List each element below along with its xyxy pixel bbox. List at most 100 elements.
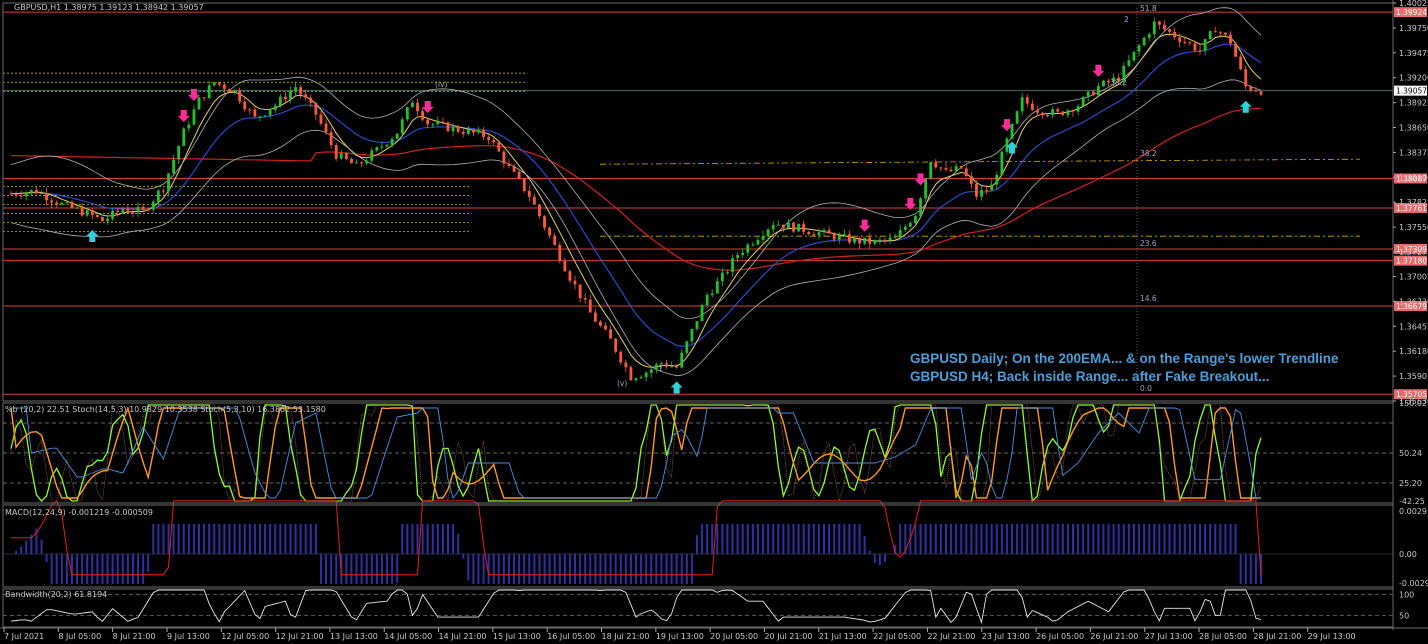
candle-body[interactable]: [817, 232, 821, 236]
candle-body[interactable]: [390, 138, 394, 145]
candle-body[interactable]: [665, 363, 668, 367]
candle-body[interactable]: [1249, 86, 1253, 91]
candle-body[interactable]: [1168, 29, 1171, 32]
candle-body[interactable]: [304, 94, 308, 98]
candle-body[interactable]: [268, 110, 272, 116]
candle-body[interactable]: [964, 168, 968, 177]
candle-body[interactable]: [126, 209, 130, 213]
candle-body[interactable]: [710, 293, 714, 296]
candle-body[interactable]: [492, 139, 496, 143]
candle-body[interactable]: [512, 165, 516, 172]
candle-body[interactable]: [792, 222, 795, 232]
candle-body[interactable]: [289, 91, 292, 100]
candle-body[interactable]: [1203, 39, 1207, 51]
candle-body[interactable]: [217, 82, 221, 85]
candle-body[interactable]: [233, 90, 236, 93]
candle-body[interactable]: [60, 202, 64, 205]
candle-body[interactable]: [553, 235, 557, 245]
candle-body[interactable]: [649, 369, 653, 373]
candle-body[interactable]: [65, 201, 69, 203]
candle-body[interactable]: [294, 87, 297, 92]
candle-body[interactable]: [939, 167, 943, 169]
candle-body[interactable]: [350, 158, 353, 164]
candle-body[interactable]: [101, 216, 104, 222]
candle-body[interactable]: [162, 190, 165, 192]
candle-body[interactable]: [416, 102, 419, 112]
candle-body[interactable]: [751, 244, 755, 246]
candle-body[interactable]: [400, 119, 404, 134]
candle-body[interactable]: [980, 190, 983, 197]
bandwidth-pane[interactable]: [3, 589, 1393, 625]
candle-body[interactable]: [573, 280, 577, 285]
candle-body[interactable]: [969, 176, 973, 184]
candle-body[interactable]: [670, 366, 673, 368]
candle-body[interactable]: [253, 109, 257, 117]
candle-body[interactable]: [1188, 42, 1192, 44]
candle-body[interactable]: [197, 97, 201, 110]
candle-body[interactable]: [746, 244, 750, 253]
candle-body[interactable]: [690, 328, 694, 342]
candle-body[interactable]: [1254, 90, 1258, 92]
candle-body[interactable]: [45, 193, 48, 201]
candle-body[interactable]: [1218, 32, 1222, 34]
candle-body[interactable]: [888, 237, 892, 241]
candle-body[interactable]: [695, 321, 699, 329]
candle-body[interactable]: [1066, 110, 1070, 116]
candle-body[interactable]: [50, 200, 54, 203]
candle-body[interactable]: [1081, 96, 1085, 107]
candle-body[interactable]: [985, 190, 989, 192]
candle-body[interactable]: [975, 183, 978, 197]
candle-body[interactable]: [70, 201, 74, 208]
candle-body[interactable]: [344, 153, 348, 159]
candle-body[interactable]: [715, 281, 719, 294]
candle-body[interactable]: [1025, 97, 1029, 104]
candle-body[interactable]: [380, 146, 384, 148]
candle-body[interactable]: [726, 271, 729, 273]
candle-body[interactable]: [243, 101, 247, 110]
candle-body[interactable]: [558, 244, 562, 262]
candle-body[interactable]: [868, 237, 872, 244]
candle-body[interactable]: [736, 255, 740, 259]
candle-body[interactable]: [472, 129, 475, 133]
candle-body[interactable]: [95, 215, 99, 217]
candle-body[interactable]: [1147, 34, 1151, 38]
candle-body[interactable]: [1152, 21, 1156, 35]
candle-body[interactable]: [532, 196, 536, 205]
candle-body[interactable]: [248, 109, 252, 111]
candle-body[interactable]: [456, 126, 460, 132]
candle-body[interactable]: [9, 193, 13, 195]
candle-body[interactable]: [319, 114, 323, 124]
candle-body[interactable]: [893, 237, 897, 239]
candle-body[interactable]: [741, 252, 745, 256]
candle-body[interactable]: [283, 96, 287, 100]
candle-body[interactable]: [914, 215, 917, 224]
candle-body[interactable]: [395, 133, 399, 139]
candle-body[interactable]: [853, 238, 856, 243]
candle-body[interactable]: [263, 115, 267, 117]
candle-body[interactable]: [1097, 86, 1100, 96]
candle-body[interactable]: [80, 207, 84, 216]
candle-body[interactable]: [1224, 32, 1227, 35]
candle-body[interactable]: [1015, 111, 1019, 124]
candle-body[interactable]: [1178, 37, 1182, 43]
candle-body[interactable]: [466, 129, 470, 134]
candle-body[interactable]: [929, 162, 933, 179]
candle-body[interactable]: [685, 341, 689, 353]
stochastic-pane[interactable]: [3, 404, 1393, 503]
candle-body[interactable]: [1061, 111, 1065, 116]
candle-body[interactable]: [177, 145, 181, 160]
candle-body[interactable]: [1071, 110, 1075, 112]
candle-body[interactable]: [543, 216, 546, 228]
candle-body[interactable]: [1046, 115, 1049, 117]
candle-body[interactable]: [959, 166, 963, 169]
candle-body[interactable]: [802, 223, 806, 232]
candle-body[interactable]: [787, 222, 790, 229]
candle-body[interactable]: [121, 209, 125, 212]
candle-body[interactable]: [700, 305, 704, 322]
candle-body[interactable]: [842, 234, 846, 236]
candle-body[interactable]: [151, 201, 155, 210]
candle-body[interactable]: [1036, 110, 1039, 113]
candle-body[interactable]: [156, 190, 160, 202]
candle-body[interactable]: [502, 151, 506, 164]
candle-body[interactable]: [604, 325, 607, 330]
